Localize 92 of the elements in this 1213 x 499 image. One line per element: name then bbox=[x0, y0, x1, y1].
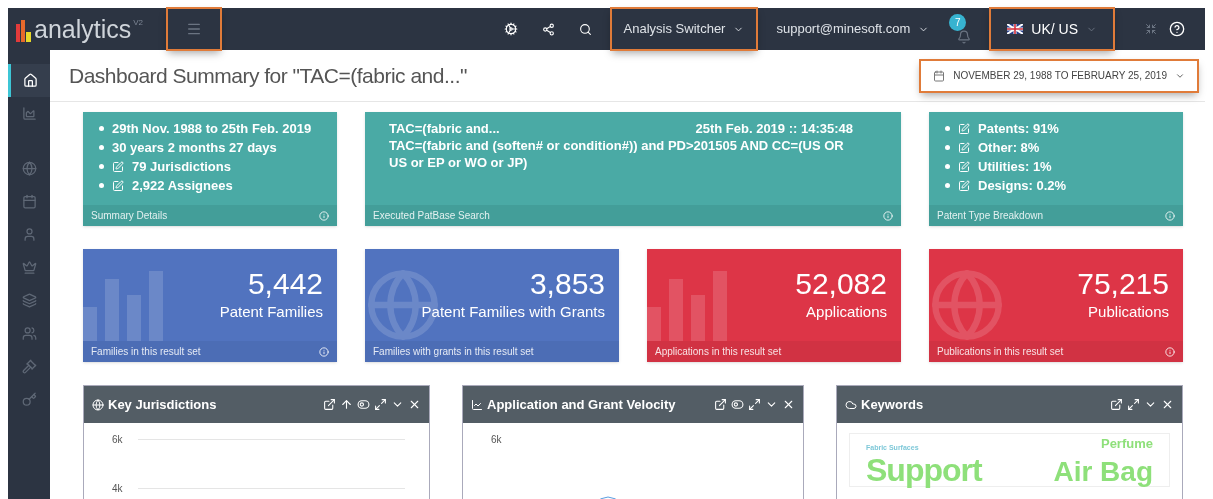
cloud-icon bbox=[845, 398, 857, 411]
stat-value: 5,442 bbox=[247, 266, 323, 301]
keyword[interactable]: Support bbox=[866, 453, 1012, 486]
toggle-icon[interactable] bbox=[357, 398, 370, 411]
axis-label: 6k bbox=[112, 433, 124, 447]
external-link-icon[interactable] bbox=[1110, 398, 1123, 411]
area-chart-icon bbox=[21, 106, 37, 121]
flag-icon bbox=[1007, 24, 1024, 34]
bar-chart-icon bbox=[647, 271, 727, 341]
expand-icon[interactable] bbox=[748, 398, 761, 411]
panel-title: Key Jurisdictions bbox=[108, 395, 218, 414]
logo-text: analytics bbox=[34, 16, 132, 42]
axis-label: 6k bbox=[491, 433, 503, 447]
expand-icon[interactable] bbox=[374, 398, 387, 411]
expand-icon[interactable] bbox=[1127, 398, 1140, 411]
footer-text: Publications in this result set bbox=[937, 345, 1064, 359]
page-title: Dashboard Summary for "TAC=(fabric and..." bbox=[69, 62, 467, 89]
bullet-icon bbox=[945, 145, 950, 150]
stat-value: 52,082 bbox=[795, 266, 887, 301]
user-icon bbox=[21, 227, 37, 242]
fullscreen-icon[interactable] bbox=[1145, 23, 1157, 35]
bullet-icon bbox=[99, 164, 104, 169]
line-chart-icon bbox=[471, 398, 483, 411]
sidebar-item[interactable] bbox=[8, 64, 50, 97]
footer-text: Patent Type Breakdown bbox=[937, 209, 1043, 223]
bullet-text: 30 years 2 months 27 days bbox=[112, 139, 277, 156]
search-icon[interactable] bbox=[578, 22, 592, 36]
bullet-text[interactable]: Other: 8% bbox=[978, 139, 1040, 156]
dropdown-button[interactable]: support@minesoft.com bbox=[764, 9, 942, 49]
gavel-icon bbox=[21, 359, 37, 374]
info-icon[interactable] bbox=[319, 346, 329, 357]
calendar-icon bbox=[21, 194, 37, 209]
close-icon[interactable] bbox=[1161, 398, 1174, 411]
search-query: TAC=(fabric and (soften# or condition#)) and PD>201505 AND CC=(US OR US or EP or WO or JP) bbox=[389, 137, 845, 171]
search-title: TAC=(fabric and... bbox=[389, 120, 500, 137]
calendar-icon bbox=[933, 69, 946, 82]
bar-chart-icon bbox=[83, 271, 163, 341]
footer-text: Applications in this result set bbox=[655, 345, 782, 359]
bullet-text[interactable]: Utilities: 1% bbox=[978, 158, 1052, 175]
bullet-text[interactable]: Patents: 91% bbox=[978, 120, 1059, 137]
search-time: 25th Feb. 2019 :: 14:35:48 bbox=[695, 120, 853, 137]
stat-label: Patent Families with Grants bbox=[421, 301, 605, 322]
stat-label: Publications bbox=[1088, 301, 1169, 322]
toggle-icon[interactable] bbox=[731, 398, 744, 411]
locale-button[interactable]: UK/ US bbox=[991, 9, 1113, 49]
close-icon[interactable] bbox=[408, 398, 421, 411]
stat-label: Patent Families bbox=[219, 301, 323, 322]
bullet-icon bbox=[99, 145, 104, 150]
date-range-button[interactable]: NOVEMBER 29, 1988 TO FEBRUARY 25, 2019 bbox=[921, 60, 1197, 91]
bullet-text[interactable]: Designs: 0.2% bbox=[978, 177, 1067, 194]
globe-icon bbox=[92, 398, 104, 411]
footer-text: Summary Details bbox=[91, 209, 168, 223]
notification-bell[interactable]: 7 bbox=[949, 14, 980, 44]
panel-title: Keywords bbox=[861, 395, 925, 414]
notification-badge: 7 bbox=[949, 14, 967, 31]
menu-icon bbox=[186, 21, 202, 37]
settings-icon[interactable] bbox=[503, 22, 518, 36]
bullet-icon bbox=[99, 183, 104, 188]
footer-text: Families in this result set bbox=[91, 345, 201, 359]
bullet-text[interactable]: 2,922 Assignees bbox=[132, 177, 233, 194]
bell-icon bbox=[957, 30, 972, 44]
stat-value: 75,215 bbox=[1077, 266, 1169, 301]
bullet-text: 29th Nov. 1988 to 25th Feb. 2019 bbox=[112, 120, 312, 137]
footer-text: Executed PatBase Search bbox=[373, 209, 490, 223]
external-link-icon[interactable] bbox=[714, 398, 727, 411]
share-icon[interactable] bbox=[541, 22, 555, 36]
help-icon[interactable] bbox=[1169, 21, 1185, 37]
stat-label: Applications bbox=[806, 301, 887, 322]
info-icon[interactable] bbox=[1165, 346, 1175, 357]
layers-icon bbox=[21, 293, 37, 308]
up-arrow-icon[interactable] bbox=[340, 398, 353, 411]
bullet-icon bbox=[99, 126, 104, 131]
globe-icon bbox=[21, 161, 37, 176]
footer-text: Families with grants in this result set bbox=[373, 345, 534, 359]
home-icon bbox=[23, 73, 38, 88]
bullet-text[interactable]: 79 Jurisdictions bbox=[132, 158, 231, 175]
dropdown-button[interactable]: Analysis Switcher bbox=[611, 9, 757, 49]
users-icon bbox=[21, 326, 37, 341]
close-icon[interactable] bbox=[782, 398, 795, 411]
bullet-icon bbox=[945, 126, 950, 131]
key-icon bbox=[21, 392, 37, 407]
axis-label: 4k bbox=[112, 482, 124, 496]
stat-value: 3,853 bbox=[529, 266, 605, 301]
bullet-icon bbox=[945, 183, 950, 188]
external-link-icon[interactable] bbox=[323, 398, 336, 411]
keyword[interactable]: Perfume bbox=[1100, 434, 1153, 454]
panel-title: Application and Grant Velocity bbox=[487, 395, 677, 414]
bullet-icon bbox=[945, 164, 950, 169]
keyword[interactable]: Air Bag bbox=[1053, 457, 1153, 486]
globe-icon bbox=[929, 267, 1005, 343]
logo-icon bbox=[16, 19, 32, 42]
version-label: V2 bbox=[133, 16, 144, 29]
